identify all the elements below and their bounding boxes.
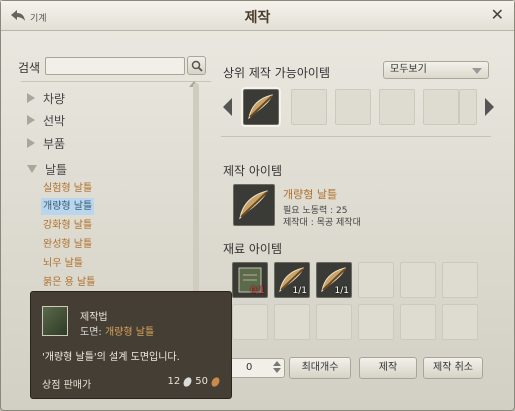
- search-label: 검색: [18, 61, 41, 75]
- station-text: 제작대 : 목공 제작대: [283, 218, 361, 228]
- upper-item-slot[interactable]: [335, 89, 371, 125]
- recipe-item[interactable]: 강화형 날틀: [41, 217, 94, 234]
- tooltip-title: 제작법: [80, 312, 108, 323]
- prev-arrow-icon[interactable]: [223, 98, 232, 116]
- material-slot[interactable]: 1/1: [316, 262, 352, 298]
- expand-arrow-icon: [27, 138, 35, 148]
- materials-title: 재료 아이템: [223, 242, 283, 256]
- recipe-item-selected[interactable]: 개량형 날틀: [41, 198, 95, 215]
- recipe-tooltip: 제작법 도면: 개량형 날틀 '개량형 날틀'의 설계 도면입니다. 상점 판매…: [30, 291, 232, 399]
- material-slot[interactable]: [442, 304, 478, 340]
- upper-item-slot[interactable]: [379, 89, 415, 125]
- increment-icon[interactable]: [273, 361, 281, 366]
- upper-item-slot[interactable]: [423, 89, 459, 125]
- recipe-item[interactable]: 완성형 날틀: [41, 236, 94, 253]
- tooltip-sub-value: 개량형 날틀: [104, 327, 155, 338]
- category-glider[interactable]: 날틀: [27, 160, 67, 178]
- upper-item-slot[interactable]: [459, 89, 477, 125]
- upper-item-slot[interactable]: [241, 87, 281, 127]
- craft-item-title: 제작 아이템: [223, 164, 283, 178]
- material-qty: 0/1: [250, 286, 265, 296]
- tooltip-subtitle: 도면: 개량형 날틀: [80, 323, 154, 338]
- chevron-down-icon: [472, 68, 482, 74]
- category-ship[interactable]: 선박: [27, 111, 65, 129]
- material-slot[interactable]: 1/1: [274, 262, 310, 298]
- material-slot[interactable]: [316, 304, 352, 340]
- title-bar: 기계 제작 ✕: [1, 1, 514, 31]
- search-icon: [191, 60, 203, 72]
- blueprint-icon: [42, 306, 68, 336]
- category-label: 부품: [43, 136, 66, 151]
- collapse-arrow-icon: [27, 165, 37, 173]
- window-title: 제작: [244, 10, 271, 26]
- material-slot[interactable]: [232, 304, 268, 340]
- recipe-item[interactable]: 실험형 날틀: [41, 180, 94, 197]
- material-slot[interactable]: 0/1: [232, 262, 268, 298]
- max-quantity-button[interactable]: 최대개수: [289, 357, 351, 379]
- material-slot[interactable]: [358, 262, 394, 298]
- tooltip-description: '개량형 날틀'의 설계 도면입니다.: [42, 352, 180, 363]
- upper-items-title: 상위 제작 가능아이템: [223, 66, 330, 80]
- upper-item-slot[interactable]: [291, 89, 327, 125]
- next-arrow-icon[interactable]: [485, 98, 494, 116]
- tree-scrollbar[interactable]: [193, 83, 199, 295]
- material-qty: 1/1: [292, 286, 307, 296]
- filter-dropdown[interactable]: 모두보기: [383, 61, 489, 79]
- craft-item-name: 개량형 날틀: [283, 188, 338, 201]
- tooltip-price-label: 상점 판매가: [42, 380, 92, 391]
- category-label: 선박: [43, 113, 66, 128]
- close-icon[interactable]: ✕: [491, 5, 504, 24]
- cancel-craft-button[interactable]: 제작 취소: [423, 357, 483, 379]
- craft-item-slot[interactable]: [233, 184, 275, 226]
- glider-icon: [239, 190, 268, 220]
- decrement-icon[interactable]: [273, 368, 281, 373]
- copper-amount: 50: [195, 376, 208, 387]
- quantity-stepper[interactable]: 0: [229, 358, 285, 378]
- tooltip-sub-prefix: 도면:: [80, 327, 102, 338]
- silver-amount: 12: [167, 376, 181, 387]
- copper-coin-icon: [209, 375, 222, 388]
- craft-button[interactable]: 제작: [359, 357, 417, 379]
- silver-coin-icon: [182, 375, 194, 388]
- material-slot[interactable]: [400, 262, 436, 298]
- material-slot[interactable]: [400, 304, 436, 340]
- category-label: 차량: [43, 91, 66, 106]
- material-slot[interactable]: [442, 262, 478, 298]
- material-qty: 1/1: [334, 286, 349, 296]
- recipe-tree: 차량 선박 부품 날틀 실험형 날틀 개량형 날틀 강화형 날틀 완성형 날틀 …: [21, 81, 211, 296]
- category-vehicle[interactable]: 차량: [27, 89, 65, 107]
- quantity-value: 0: [246, 362, 253, 373]
- category-parts[interactable]: 부품: [27, 134, 65, 152]
- recipe-item[interactable]: 붉은 용 날틀: [41, 274, 97, 291]
- material-slot[interactable]: [358, 304, 394, 340]
- search-input[interactable]: [45, 57, 185, 75]
- search-button[interactable]: [187, 56, 206, 75]
- category-label: 날틀: [45, 162, 68, 177]
- glider-icon: [248, 94, 273, 120]
- recipe-item[interactable]: 뇌우 날틀: [41, 255, 85, 272]
- divider: [221, 136, 491, 137]
- expand-arrow-icon: [27, 115, 35, 125]
- expand-arrow-icon: [27, 93, 35, 103]
- material-slot[interactable]: [274, 304, 310, 340]
- tooltip-price: 12 50: [167, 375, 222, 388]
- filter-value: 모두보기: [390, 64, 427, 75]
